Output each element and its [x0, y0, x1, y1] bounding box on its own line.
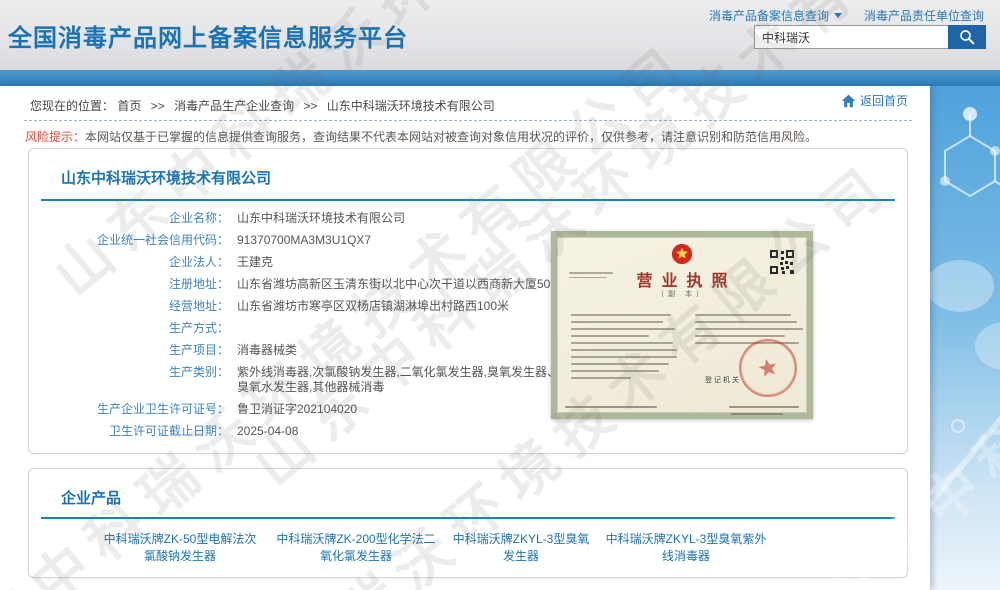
risk-notice-label: 风险提示：	[25, 130, 85, 144]
title-rule	[41, 199, 895, 201]
product-link[interactable]: 中科瑞沃牌ZKYL-3型臭氧紫外线消毒器	[605, 531, 767, 565]
product-link[interactable]: 中科瑞沃牌ZKYL-3型臭氧发生器	[451, 531, 591, 565]
company-info-box: 山东中科瑞沃环境技术有限公司 企业名称： 山东中科瑞沃环境技术有限公司 企业统一…	[28, 148, 908, 454]
search-bar	[754, 25, 986, 49]
license-right-text-lines	[695, 309, 803, 349]
search-button[interactable]	[948, 25, 986, 49]
right-decor-band	[930, 86, 1000, 590]
products-box: 企业产品 中科瑞沃牌ZK-50型电解法次氯酸钠发生器 中科瑞沃牌ZK-200型化…	[28, 468, 908, 578]
field-row: 企业名称： 山东中科瑞沃环境技术有限公司	[29, 211, 599, 226]
back-home-link[interactable]: 返回首页	[841, 92, 908, 109]
risk-notice: 风险提示：本网站仅基于已掌握的信息提供查询服务，查询结果不代表本网站对被查询对象…	[25, 128, 817, 145]
header-divider-bar	[0, 70, 1000, 86]
field-row: 生产项目： 消毒器械类	[29, 343, 599, 358]
nav-responsible-unit-query[interactable]: 消毒产品责任单位查询	[864, 7, 984, 24]
field-row: 卫生许可证截止日期： 2025-04-08	[29, 424, 599, 439]
search-icon	[958, 28, 976, 46]
breadcrumb-home[interactable]: 首页	[117, 99, 141, 113]
search-input[interactable]	[754, 25, 948, 49]
site-title: 全国消毒产品网上备案信息服务平台	[8, 18, 408, 53]
product-link[interactable]: 中科瑞沃牌ZK-50型电解法次氯酸钠发生器	[99, 531, 261, 565]
business-license-image: 营业执照 （副 本）	[551, 231, 813, 419]
product-links: 中科瑞沃牌ZK-50型电解法次氯酸钠发生器 中科瑞沃牌ZK-200型化学法二氧化…	[99, 531, 887, 565]
product-link[interactable]: 中科瑞沃牌ZK-200型化学法二氧化氯发生器	[275, 531, 437, 565]
license-subtitle: （副 本）	[557, 289, 807, 299]
products-title: 企业产品	[61, 487, 121, 508]
national-emblem-icon	[671, 243, 693, 265]
header: 全国消毒产品网上备案信息服务平台 消毒产品备案信息查询 消毒产品责任单位查询	[0, 0, 1000, 70]
field-row: 注册地址： 山东省潍坊高新区玉清东街以北中心次干道以西商新大厦502房间	[29, 277, 599, 292]
dashed-divider	[24, 120, 912, 121]
company-fields: 企业名称： 山东中科瑞沃环境技术有限公司 企业统一社会信用代码： 9137070…	[29, 211, 599, 446]
breadcrumb-enterprise-query[interactable]: 消毒产品生产企业查询	[174, 99, 294, 113]
field-row: 生产方式：	[29, 321, 599, 336]
qr-code	[769, 249, 795, 275]
company-name-title: 山东中科瑞沃环境技术有限公司	[61, 167, 271, 188]
page: 全国消毒产品网上备案信息服务平台 消毒产品备案信息查询 消毒产品责任单位查询	[0, 0, 1000, 590]
breadcrumb: 您现在的位置： 首页 >> 消毒产品生产企业查询 >> 山东中科瑞沃环境技术有限…	[30, 97, 495, 114]
field-row: 生产类别： 紫外线消毒器,次氯酸钠发生器,二氧化氯发生器,臭氧发生器、臭氧水发生…	[29, 365, 599, 395]
field-row: 企业法人： 王建克	[29, 255, 599, 270]
field-row: 经营地址： 山东省潍坊市寒亭区双杨店镇湖淋埠出村路西100米	[29, 299, 599, 314]
field-row: 生产企业卫生许可证号： 鲁卫消证字202104020	[29, 402, 599, 417]
breadcrumb-current: 山东中科瑞沃环境技术有限公司	[327, 99, 495, 113]
main-panel: 您现在的位置： 首页 >> 消毒产品生产企业查询 >> 山东中科瑞沃环境技术有限…	[0, 86, 930, 590]
license-issuer-label: 登记机关	[705, 375, 741, 385]
products-rule	[41, 517, 895, 519]
chevron-down-icon	[834, 13, 842, 18]
license-left-text-lines	[571, 309, 677, 384]
field-row: 企业统一社会信用代码： 91370700MA3M3U1QX7	[29, 233, 599, 248]
license-footnote-right	[729, 404, 799, 410]
home-icon	[841, 94, 856, 108]
license-footnote-left	[565, 404, 657, 410]
top-nav: 消毒产品备案信息查询 消毒产品责任单位查询	[709, 7, 984, 24]
license-number-lines	[569, 269, 615, 281]
breadcrumb-prefix: 您现在的位置：	[30, 99, 114, 113]
seal-star-icon	[755, 355, 781, 381]
nav-record-info-query[interactable]: 消毒产品备案信息查询	[709, 7, 842, 24]
